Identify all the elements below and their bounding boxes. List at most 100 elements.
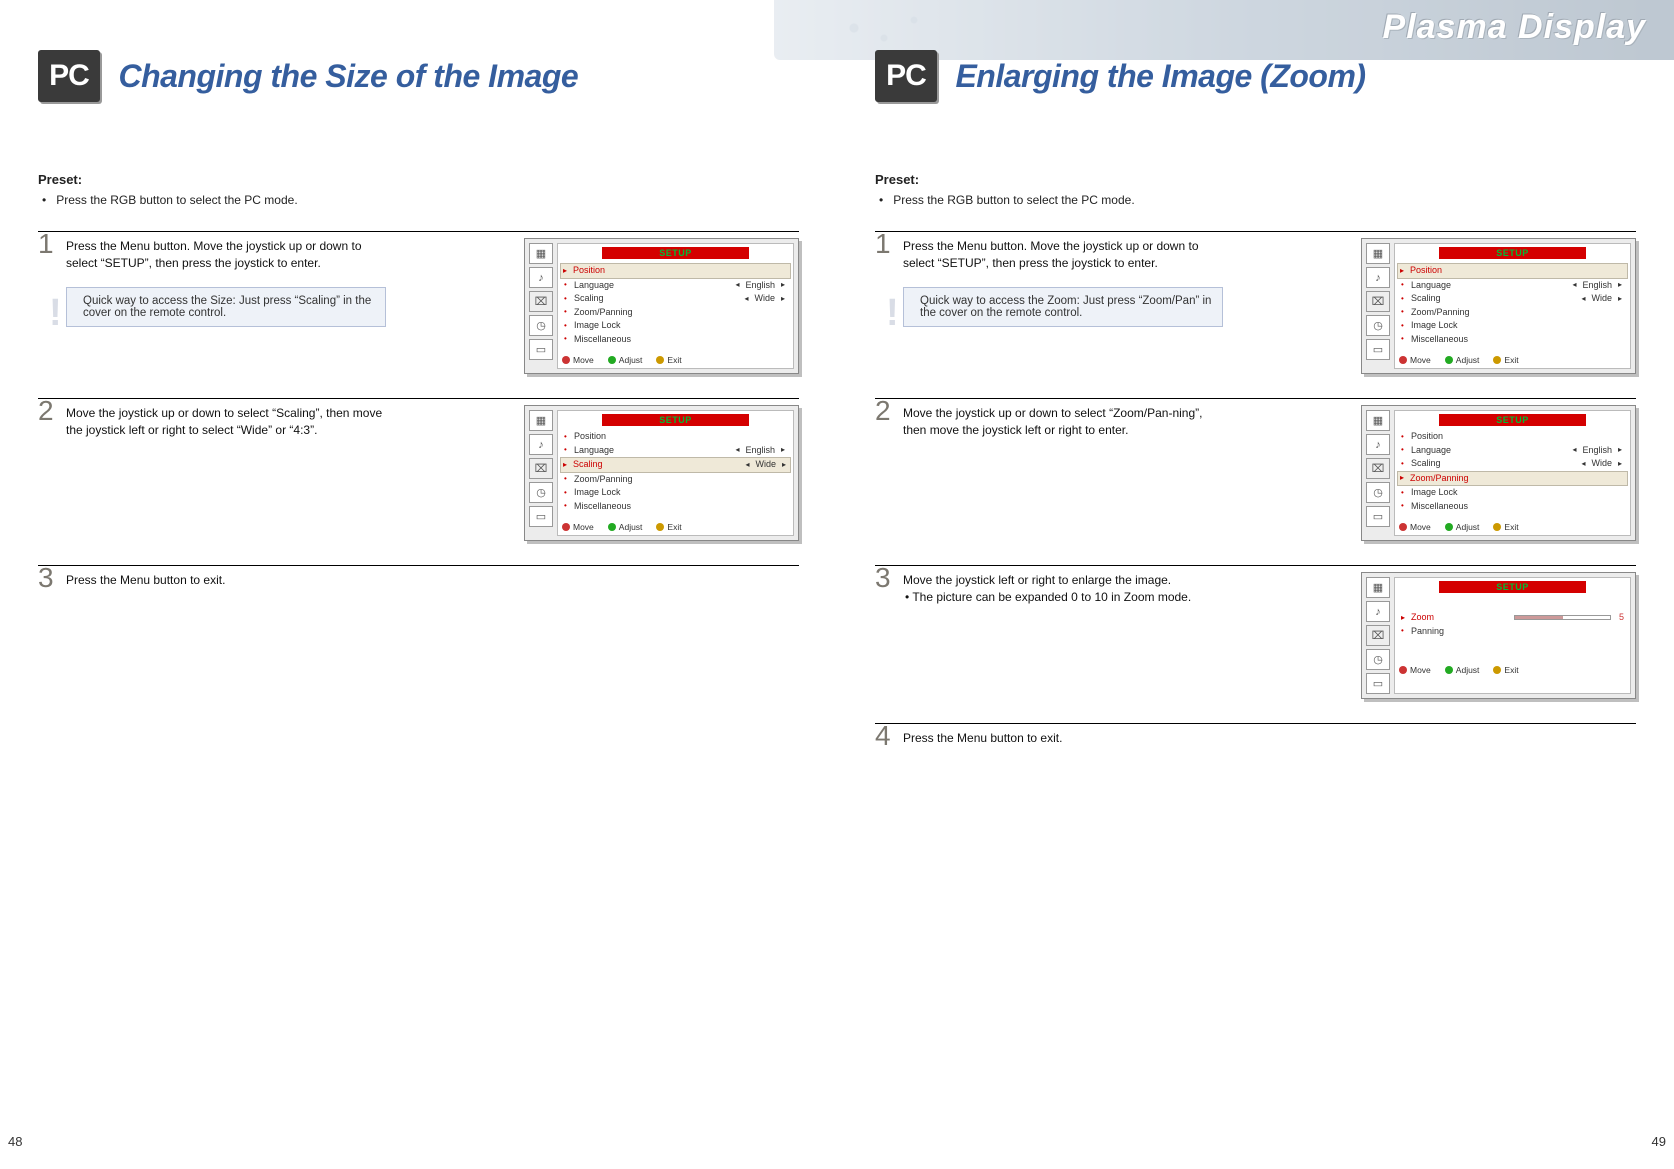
osd-side-icon: ▭	[1366, 506, 1390, 527]
osd-side-icon: ⌧	[529, 458, 553, 479]
osd-screenshot: ▦ ♪ ⌧ ◷ ▭ SETUP ▸Position •Language◂Engl…	[1361, 238, 1636, 374]
step-number: 4	[875, 722, 903, 750]
menu-item: Miscellaneous	[574, 500, 787, 514]
tip-text: Quick way to access the Size: Just press…	[83, 295, 371, 319]
step-bullet: • The picture can be expanded 0 to 10 in…	[905, 589, 1351, 606]
osd-side-icon: ▭	[529, 506, 553, 527]
osd-side-icon: ▦	[1366, 577, 1390, 598]
osd-side-icon: ▭	[1366, 339, 1390, 360]
osd-side-icon: ⌧	[529, 291, 553, 312]
step-text: Move the joystick up or down to select “…	[903, 405, 1223, 440]
osd-side-icon: ♪	[529, 434, 553, 455]
osd-screenshot: ▦ ♪ ⌧ ◷ ▭ SETUP •Position •Language◂Engl…	[524, 405, 799, 541]
menu-item: Zoom/Panning	[1411, 306, 1624, 320]
step: 4 Press the Menu button to exit.	[875, 723, 1636, 750]
osd-title: SETUP	[602, 247, 750, 259]
step: 1 Press the Menu button. Move the joysti…	[875, 231, 1636, 374]
menu-item: Image Lock	[1411, 319, 1624, 333]
osd-side-icon: ⌧	[1366, 458, 1390, 479]
preset-label: Preset:	[38, 172, 799, 187]
osd-side-icon: ♪	[1366, 267, 1390, 288]
step-text: Move the joystick left or right to enlar…	[903, 572, 1223, 589]
tip-box: ! Quick way to access the Size: Just pre…	[66, 287, 386, 327]
step-number: 3	[875, 564, 903, 592]
osd-side-icon: ⌧	[1366, 625, 1390, 646]
osd-side-icon: ◷	[529, 315, 553, 336]
menu-item: Position	[1410, 264, 1625, 278]
osd-side-icon: ◷	[529, 482, 553, 503]
menu-item: Image Lock	[574, 319, 787, 333]
menu-item: Image Lock	[1411, 486, 1624, 500]
osd-footer: Move Adjust Exit	[1399, 352, 1626, 365]
menu-item: Zoom/Panning	[574, 306, 787, 320]
menu-item: Scaling	[1411, 292, 1575, 306]
title-row: PC Changing the Size of the Image	[38, 50, 799, 102]
osd-footer: Move Adjust Exit	[562, 352, 789, 365]
osd-footer: Move Adjust Exit	[1399, 662, 1626, 675]
menu-item: Language	[574, 444, 729, 458]
step: 3 Press the Menu button to exit.	[38, 565, 799, 592]
page-title: Enlarging the Image (Zoom)	[955, 58, 1365, 95]
osd-side-icon: ▦	[529, 243, 553, 264]
step-number: 2	[38, 397, 66, 425]
osd-side-icon: ◷	[1366, 482, 1390, 503]
osd-title: SETUP	[1439, 581, 1587, 593]
step-text: Press the Menu button. Move the joystick…	[903, 238, 1223, 273]
step-number: 1	[38, 230, 66, 258]
osd-screenshot: ▦ ♪ ⌧ ◷ ▭ SETUP ▸Position •Language◂Engl…	[524, 238, 799, 374]
osd-screenshot: ▦ ♪ ⌧ ◷ ▭ SETUP ▸Zoom 5 •Panning	[1361, 572, 1636, 699]
osd-side-icon: ♪	[1366, 434, 1390, 455]
step: 2 Move the joystick up or down to select…	[38, 398, 799, 541]
menu-item: Miscellaneous	[1411, 500, 1624, 514]
osd-side-icon: ▭	[529, 339, 553, 360]
osd-side-icon: ♪	[1366, 601, 1390, 622]
osd-side-icon: ◷	[1366, 649, 1390, 670]
menu-item: Zoom/Panning	[1410, 472, 1625, 486]
page-left: PC Changing the Size of the Image Preset…	[0, 0, 837, 1169]
preset-text: Press the RGB button to select the PC mo…	[42, 193, 799, 207]
osd-footer: Move Adjust Exit	[562, 519, 789, 532]
menu-item: Position	[573, 264, 788, 278]
preset-label: Preset:	[875, 172, 1636, 187]
menu-item: Panning	[1411, 625, 1624, 639]
osd-side-icon: ▭	[1366, 673, 1390, 694]
page-title: Changing the Size of the Image	[118, 58, 578, 95]
osd-side-icon: ⌧	[1366, 291, 1390, 312]
pc-badge: PC	[875, 50, 937, 102]
step-number: 2	[875, 397, 903, 425]
step: 3 Move the joystick left or right to enl…	[875, 565, 1636, 699]
page-number: 49	[1652, 1134, 1666, 1149]
step: 1 Press the Menu button. Move the joysti…	[38, 231, 799, 374]
title-row: PC Enlarging the Image (Zoom)	[875, 50, 1636, 102]
osd-footer: Move Adjust Exit	[1399, 519, 1626, 532]
osd-side-icon: ♪	[529, 267, 553, 288]
tip-text: Quick way to access the Zoom: Just press…	[920, 295, 1211, 319]
osd-title: SETUP	[602, 414, 750, 426]
menu-item: Zoom/Panning	[574, 473, 787, 487]
step-number: 3	[38, 564, 66, 592]
menu-item: Language	[1411, 444, 1566, 458]
step: 2 Move the joystick up or down to select…	[875, 398, 1636, 541]
menu-item: Image Lock	[574, 486, 787, 500]
exclamation-icon: !	[886, 294, 899, 332]
pc-badge: PC	[38, 50, 100, 102]
step-text: Press the Menu button to exit.	[66, 572, 386, 589]
osd-side-icon: ◷	[1366, 315, 1390, 336]
osd-title: SETUP	[1439, 414, 1587, 426]
menu-item: Miscellaneous	[574, 333, 787, 347]
menu-item: Language	[1411, 279, 1566, 293]
zoom-slider	[1514, 615, 1611, 620]
page-right: PC Enlarging the Image (Zoom) Preset: Pr…	[837, 0, 1674, 1169]
osd-screenshot: ▦ ♪ ⌧ ◷ ▭ SETUP •Position •Language◂Engl…	[1361, 405, 1636, 541]
step-number: 1	[875, 230, 903, 258]
menu-item: Position	[1411, 430, 1624, 444]
menu-item: Language	[574, 279, 729, 293]
osd-side-icon: ▦	[1366, 410, 1390, 431]
exclamation-icon: !	[49, 294, 62, 332]
menu-item: Miscellaneous	[1411, 333, 1624, 347]
osd-side-icon: ▦	[529, 410, 553, 431]
osd-side-icon: ▦	[1366, 243, 1390, 264]
menu-item: Scaling	[1411, 457, 1575, 471]
osd-title: SETUP	[1439, 247, 1587, 259]
tip-box: ! Quick way to access the Zoom: Just pre…	[903, 287, 1223, 327]
